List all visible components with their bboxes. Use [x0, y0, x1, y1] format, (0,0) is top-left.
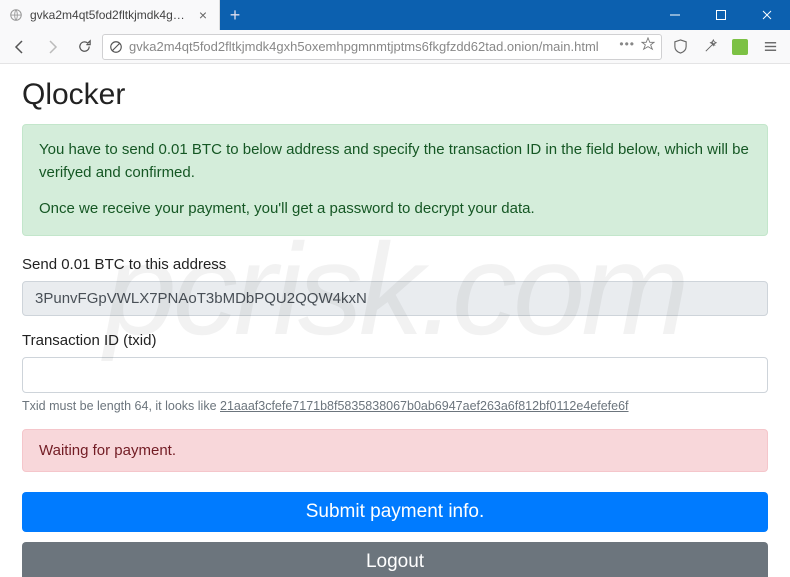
btc-address-field[interactable] — [22, 281, 768, 316]
menu-button[interactable] — [756, 33, 784, 61]
page-actions-icon[interactable]: ••• — [619, 37, 635, 56]
logout-button[interactable]: Logout — [22, 542, 768, 577]
page-title: Qlocker — [22, 78, 768, 112]
nav-toolbar: gvka2m4qt5fod2fltkjmdk4gxh5oxemhpgmnmtjp… — [0, 30, 790, 64]
close-window-button[interactable] — [744, 0, 790, 30]
status-alert: Waiting for payment. — [22, 429, 768, 472]
browser-tab[interactable]: gvka2m4qt5fod2fltkjmdk4gxh5oxe × — [0, 0, 220, 30]
tab-title: gvka2m4qt5fod2fltkjmdk4gxh5oxe — [30, 8, 189, 22]
forward-button[interactable] — [38, 33, 66, 61]
info-paragraph-2: Once we receive your payment, you'll get… — [39, 198, 751, 221]
txid-help-example: 21aaaf3cfefe7171b8f5835838067b0ab6947aef… — [220, 399, 629, 413]
submit-button[interactable]: Submit payment info. — [22, 492, 768, 532]
minimize-button[interactable] — [652, 0, 698, 30]
info-paragraph-1: You have to send 0.01 BTC to below addre… — [39, 139, 751, 184]
url-bar[interactable]: gvka2m4qt5fod2fltkjmdk4gxh5oxemhpgmnmtjp… — [102, 34, 662, 60]
btc-address-label: Send 0.01 BTC to this address — [22, 256, 768, 273]
connection-icon — [109, 40, 123, 54]
url-actions: ••• — [619, 37, 655, 56]
window-titlebar: gvka2m4qt5fod2fltkjmdk4gxh5oxe × + — [0, 0, 790, 30]
shield-icon[interactable] — [666, 33, 694, 61]
effects-icon[interactable] — [696, 33, 724, 61]
new-tab-button[interactable]: + — [220, 0, 250, 30]
tab-favicon-icon — [8, 7, 24, 23]
txid-help-text: Txid must be length 64, it looks like 21… — [22, 399, 768, 413]
url-text: gvka2m4qt5fod2fltkjmdk4gxh5oxemhpgmnmtjp… — [129, 39, 613, 54]
txid-input[interactable] — [22, 357, 768, 393]
window-controls — [652, 0, 790, 30]
txid-help-prefix: Txid must be length 64, it looks like — [22, 399, 220, 413]
info-alert: You have to send 0.01 BTC to below addre… — [22, 124, 768, 236]
maximize-button[interactable] — [698, 0, 744, 30]
tab-close-icon[interactable]: × — [195, 7, 211, 23]
back-button[interactable] — [6, 33, 34, 61]
bookmark-icon[interactable] — [641, 37, 655, 56]
page-viewport[interactable]: Qlocker You have to send 0.01 BTC to bel… — [0, 64, 790, 577]
txid-label: Transaction ID (txid) — [22, 332, 768, 349]
extension-icon[interactable] — [726, 33, 754, 61]
reload-button[interactable] — [70, 33, 98, 61]
